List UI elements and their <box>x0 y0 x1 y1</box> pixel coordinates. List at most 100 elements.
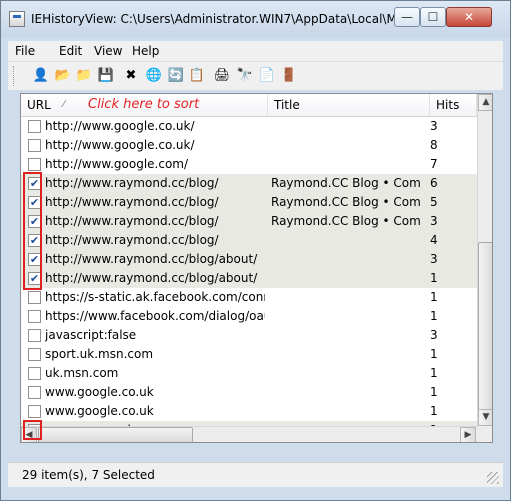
table-row[interactable]: ✔ http://www.raymond.cc/blog/Raymond.CC B… <box>21 193 477 212</box>
highlight-box-checked-single <box>23 420 42 440</box>
row-url: www.google.co.uk <box>45 385 154 399</box>
row-url: http://www.raymond.cc/blog/ <box>45 214 219 228</box>
table-row[interactable]: https://www.facebook.com/dialog/oau... 1 <box>21 307 477 326</box>
status-bar: 29 item(s), 7 Selected <box>8 462 503 487</box>
row-url: www.google.co.uk <box>45 404 154 418</box>
column-header-title[interactable]: Title <box>268 94 430 116</box>
list-header: URL ⁄ Click here to sort Title Hits <box>21 94 477 117</box>
row-url: http://www.raymond.cc/blog/ <box>45 195 219 209</box>
row-hits: 4 <box>430 233 438 247</box>
window-title: IEHistoryView: C:\Users\Administrator.WI… <box>31 12 412 26</box>
column-header-hits[interactable]: Hits <box>430 94 477 116</box>
toolbar: 👤 📂 📁 💾 ✖ 🌐 🔄 📋 🖨 🔭 📄 🚪 <box>8 61 503 90</box>
row-hits: 7 <box>430 157 438 171</box>
vertical-scrollbar[interactable]: ▲ ▼ <box>477 94 492 426</box>
maximize-button[interactable]: ☐ <box>420 7 446 27</box>
row-url: javascript:false <box>45 328 137 342</box>
table-row[interactable]: uk.msn.com 1 <box>21 364 477 383</box>
row-hits: 1 <box>430 271 438 285</box>
table-row[interactable]: http://www.google.com/7 <box>21 155 477 174</box>
exit-icon[interactable]: 🚪 <box>280 67 298 85</box>
row-hits: 3 <box>430 119 438 133</box>
scroll-right-button[interactable]: ▶ <box>460 427 476 442</box>
table-row[interactable]: ✔ http://www.raymond.cc/blog/Raymond.CC B… <box>21 174 477 193</box>
table-row[interactable]: javascript:false 3 <box>21 326 477 345</box>
row-hits: 5 <box>430 195 438 209</box>
row-url: https://www.facebook.com/dialog/oau... <box>45 309 265 323</box>
row-url: http://www.raymond.cc/blog/ <box>45 176 219 190</box>
scroll-down-button[interactable]: ▼ <box>478 409 492 426</box>
report-icon[interactable]: 📄 <box>258 67 276 85</box>
row-checkbox[interactable] <box>28 405 41 418</box>
row-url: http://www.google.co.uk/ <box>45 119 195 133</box>
open-folder-icon[interactable]: 📂 <box>54 67 72 85</box>
row-title: Raymond.CC Blog • Com... <box>271 214 421 228</box>
row-hits: 3 <box>430 328 438 342</box>
refresh-icon[interactable]: 🔄 <box>167 67 185 85</box>
row-checkbox[interactable] <box>28 329 41 342</box>
horizontal-scrollbar[interactable]: ◀ ▶ <box>21 426 477 442</box>
table-row[interactable]: sport.uk.msn.com 1 <box>21 345 477 364</box>
row-title: Raymond.CC Blog • Com... <box>271 176 421 190</box>
row-hits: 1 <box>430 366 438 380</box>
table-row[interactable]: ✔ http://www.raymond.cc/blog/4 <box>21 231 477 250</box>
table-row[interactable]: http://www.google.co.uk/8 <box>21 136 477 155</box>
row-checkbox[interactable] <box>28 367 41 380</box>
menu-bar: File Edit View Help <box>8 41 503 61</box>
properties-icon[interactable]: 🖨 <box>213 67 231 85</box>
find-icon[interactable]: 🔭 <box>236 67 254 85</box>
folder-icon[interactable]: 📁 <box>75 67 93 85</box>
resize-grip[interactable] <box>487 472 499 484</box>
row-hits: 1 <box>430 404 438 418</box>
table-row[interactable]: http://www.google.co.uk/3 <box>21 117 477 136</box>
table-row[interactable]: www.google.co.uk 1 <box>21 402 477 421</box>
table-row[interactable]: ✔ http://www.raymond.cc/blog/about/3 <box>21 250 477 269</box>
row-checkbox[interactable] <box>28 386 41 399</box>
delete-icon[interactable]: ✖ <box>122 67 140 85</box>
user-icon[interactable]: 👤 <box>32 67 50 85</box>
browser-icon[interactable]: 🌐 <box>145 67 163 85</box>
row-hits: 3 <box>430 252 438 266</box>
menu-view[interactable]: View <box>94 44 122 58</box>
table-row[interactable]: ✔ http://www.raymond.cc/blog/about/1 <box>21 269 477 288</box>
title-bar[interactable]: IEHistoryView: C:\Users\Administrator.WI… <box>1 1 510 37</box>
row-hits: 1 <box>430 290 438 304</box>
copy-icon[interactable]: 📋 <box>188 67 206 85</box>
menu-file[interactable]: File <box>15 44 35 58</box>
row-hits: 1 <box>430 385 438 399</box>
row-hits: 6 <box>430 176 438 190</box>
close-button[interactable]: ✕ <box>446 7 492 27</box>
highlight-box-checked-group <box>23 172 42 290</box>
row-checkbox[interactable] <box>28 348 41 361</box>
toolbar-grip[interactable] <box>13 66 17 86</box>
row-url: sport.uk.msn.com <box>45 347 154 361</box>
sort-arrow-icon: ⁄ <box>63 99 65 110</box>
row-url: http://www.google.co.uk/ <box>45 138 195 152</box>
scrollbar-corner <box>477 426 492 442</box>
row-hits: 1 <box>430 347 438 361</box>
row-checkbox[interactable] <box>28 158 41 171</box>
row-checkbox[interactable] <box>28 139 41 152</box>
row-checkbox[interactable] <box>28 310 41 323</box>
horizontal-scroll-thumb[interactable] <box>38 427 193 442</box>
row-url: http://www.raymond.cc/blog/about/ <box>45 271 258 285</box>
row-checkbox[interactable] <box>28 291 41 304</box>
table-row[interactable]: ✔ http://www.raymond.cc/blog/Raymond.CC B… <box>21 212 477 231</box>
row-hits: 1 <box>430 309 438 323</box>
menu-help[interactable]: Help <box>132 44 159 58</box>
row-title: Raymond.CC Blog • Com... <box>271 195 421 209</box>
row-hits: 8 <box>430 138 438 152</box>
table-row[interactable]: https://s-static.ak.facebook.com/conne..… <box>21 288 477 307</box>
row-url: uk.msn.com <box>45 366 119 380</box>
history-list[interactable]: URL ⁄ Click here to sort Title Hits http… <box>20 93 493 443</box>
vertical-scroll-thumb[interactable] <box>478 242 492 422</box>
menu-edit[interactable]: Edit <box>59 44 82 58</box>
save-icon[interactable]: 💾 <box>97 67 115 85</box>
app-window: IEHistoryView: C:\Users\Administrator.WI… <box>0 0 511 501</box>
column-header-url[interactable]: URL ⁄ Click here to sort <box>21 94 268 116</box>
row-checkbox[interactable] <box>28 120 41 133</box>
minimize-button[interactable]: — <box>394 7 420 27</box>
row-url: http://www.raymond.cc/blog/about/ <box>45 252 258 266</box>
scroll-up-button[interactable]: ▲ <box>478 94 492 111</box>
table-row[interactable]: www.google.co.uk 1 <box>21 383 477 402</box>
